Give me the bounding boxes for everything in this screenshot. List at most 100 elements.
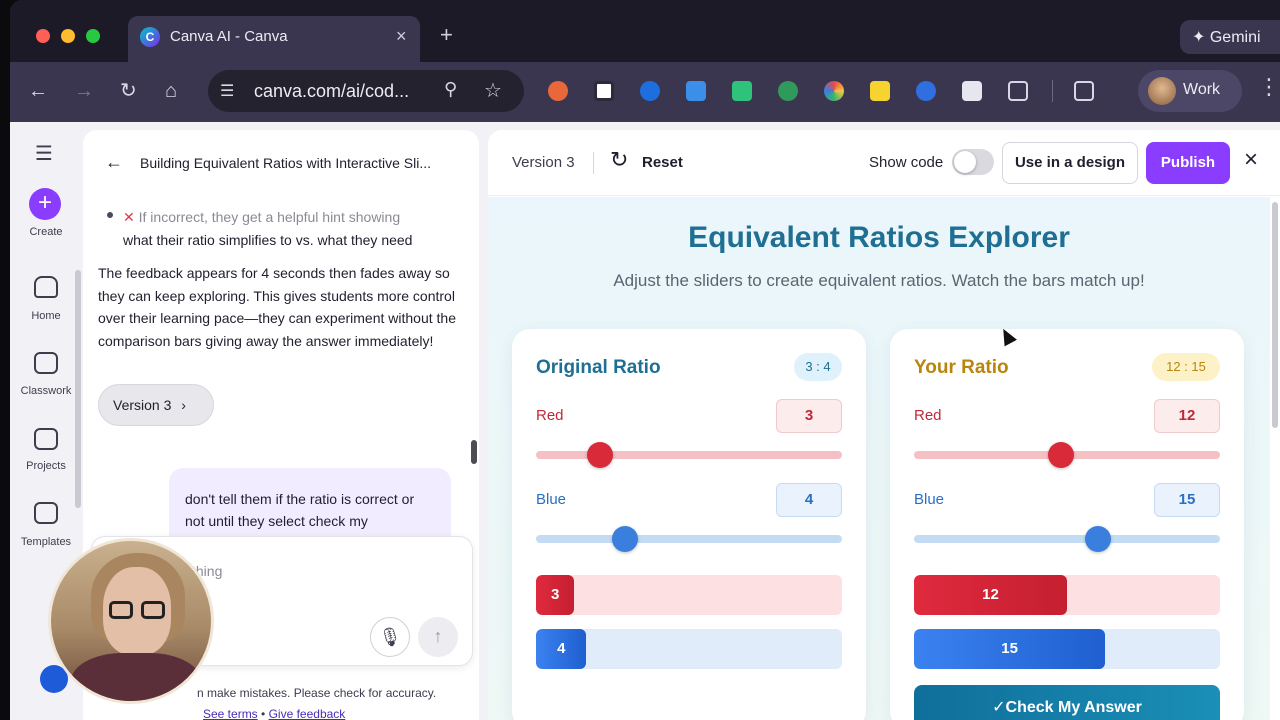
code-preview-panel: Version 3 ↻ Reset Show code Use in a des… — [488, 130, 1280, 720]
hamburger-menu-icon[interactable]: ☰ — [35, 141, 53, 166]
browser-menu-icon[interactable]: ⋮ — [1258, 76, 1280, 98]
bookmark-star-icon[interactable]: ☆ — [484, 78, 502, 103]
rail-item-templates[interactable]: Templates — [10, 536, 82, 548]
extension-castle-icon[interactable] — [962, 81, 982, 101]
conversation-title: Building Equivalent Ratios with Interact… — [140, 155, 432, 171]
create-button[interactable]: + — [29, 188, 61, 220]
your-red-value: 12 — [1154, 399, 1220, 433]
original-red-label: Red — [536, 407, 564, 424]
tab-search-icon[interactable] — [1074, 81, 1094, 101]
profile-button[interactable]: Work — [1138, 70, 1242, 112]
show-code-toggle[interactable] — [952, 149, 994, 175]
tab-bar: C Canva AI - Canva × + ✦ Gemini — [10, 0, 1280, 62]
original-red-slider-thumb[interactable] — [587, 442, 614, 468]
webcam-overlay — [48, 538, 214, 704]
original-ratio-title: Original Ratio — [536, 357, 661, 378]
your-blue-slider-thumb[interactable] — [1084, 526, 1111, 552]
original-red-slider[interactable] — [536, 442, 842, 468]
microphone-icon: 🎙 — [378, 627, 402, 647]
send-button[interactable]: ↑ — [418, 617, 458, 657]
extension-window-icon[interactable] — [594, 81, 614, 101]
original-ratio-badge: 3 : 4 — [794, 353, 842, 381]
extensions-puzzle-icon[interactable] — [1008, 81, 1028, 101]
cross-mark-icon: ✕ — [123, 209, 135, 225]
see-terms-link[interactable]: See terms — [203, 707, 258, 720]
maximize-window-button[interactable] — [86, 29, 100, 43]
webcam-person-body — [71, 653, 201, 701]
browser-window: C Canva AI - Canva × + ✦ Gemini ← → ↻ ⌂ … — [10, 0, 1280, 720]
your-blue-slider[interactable] — [914, 526, 1220, 552]
tab-close-icon[interactable]: × — [396, 26, 420, 47]
new-tab-button[interactable]: + — [440, 24, 453, 46]
zoom-icon[interactable]: ⚲ — [444, 79, 457, 100]
browser-tab[interactable]: C Canva AI - Canva × — [128, 16, 420, 62]
give-feedback-link[interactable]: Give feedback — [269, 707, 346, 720]
close-window-button[interactable] — [36, 29, 50, 43]
preview-scrollbar[interactable] — [1272, 202, 1278, 428]
extension-blue-circle-icon[interactable] — [640, 81, 660, 101]
browser-toolbar: ← → ↻ ⌂ ☰ canva.com/ai/cod... ⚲ ☆ Work ⋮ — [10, 62, 1280, 122]
rail-item-projects[interactable]: Projects — [10, 460, 82, 472]
canva-logo-icon: C — [140, 27, 160, 47]
preview-header: Version 3 ↻ Reset Show code Use in a des… — [488, 130, 1280, 196]
extension-sunburst-icon[interactable] — [548, 81, 568, 101]
link-separator: • — [261, 707, 266, 720]
reload-icon[interactable]: ↻ — [120, 81, 137, 101]
check-my-answer-button[interactable]: ✓Check My Answer — [914, 685, 1220, 720]
url-text[interactable]: canva.com/ai/cod... — [254, 81, 409, 102]
extension-globe-icon[interactable] — [778, 81, 798, 101]
your-blue-value: 15 — [1154, 483, 1220, 517]
use-in-design-button[interactable]: Use in a design — [1002, 142, 1138, 184]
app-title: Equivalent Ratios Explorer — [688, 221, 1070, 254]
bullet-dot — [107, 212, 113, 218]
forward-icon[interactable]: → — [74, 81, 94, 101]
graduation-cap-icon[interactable] — [34, 352, 58, 374]
extension-green-icon[interactable] — [732, 81, 752, 101]
back-arrow-icon[interactable]: ← — [105, 152, 123, 173]
reset-button[interactable]: Reset — [642, 154, 683, 171]
version-chip-label: Version 3 — [113, 397, 172, 413]
extension-target-icon[interactable] — [916, 81, 936, 101]
minimize-window-button[interactable] — [61, 29, 75, 43]
back-icon[interactable]: ← — [28, 81, 48, 101]
your-red-slider[interactable] — [914, 442, 1220, 468]
arrow-up-icon: ↑ — [433, 626, 443, 646]
your-ratio-title: Your Ratio — [914, 357, 1009, 378]
version-chip-button[interactable]: Version 3 › — [98, 384, 214, 426]
extension-notes-icon[interactable] — [870, 81, 890, 101]
your-red-slider-thumb[interactable] — [1047, 442, 1074, 468]
home-icon[interactable]: ⌂ — [165, 81, 177, 101]
gemini-button[interactable]: ✦ Gemini — [1180, 20, 1280, 54]
your-blue-label: Blue — [914, 491, 945, 508]
reset-icon[interactable]: ↻ — [610, 147, 628, 173]
chevron-right-icon: › — [181, 397, 186, 413]
original-blue-slider-thumb[interactable] — [611, 526, 638, 552]
footer-links: See terms • Give feedback — [203, 707, 345, 720]
address-bar[interactable]: ☰ canva.com/ai/cod... ⚲ ☆ — [208, 70, 524, 112]
rail-scrollbar[interactable] — [75, 270, 81, 508]
original-blue-slider[interactable] — [536, 526, 842, 552]
templates-icon[interactable] — [34, 502, 58, 524]
microphone-button[interactable]: 🎙 — [370, 617, 410, 657]
toggle-knob — [954, 151, 976, 173]
original-blue-bar: 4 — [536, 629, 587, 669]
site-settings-icon[interactable]: ☰ — [220, 81, 234, 101]
rail-item-home[interactable]: Home — [10, 310, 82, 322]
app-subtitle: Adjust the sliders to create equivalent … — [613, 271, 1145, 290]
original-ratio-card: Original Ratio 3 : 4 Red 3 Blue 4 3 4 — [512, 329, 866, 720]
bullet-text-line-2: what their ratio simplifies to vs. what … — [123, 232, 413, 248]
publish-button[interactable]: Publish — [1146, 142, 1230, 184]
rail-item-classwork[interactable]: Classwork — [10, 385, 82, 397]
close-icon[interactable]: × — [1244, 148, 1258, 172]
folder-icon[interactable] — [34, 428, 58, 450]
extension-color-wheel-icon[interactable] — [824, 81, 844, 101]
home-icon[interactable] — [34, 276, 58, 298]
chat-scrollbar[interactable] — [471, 440, 477, 464]
ai-disclaimer: n make mistakes. Please check for accura… — [197, 686, 437, 700]
header-divider — [593, 152, 594, 174]
original-red-value: 3 — [776, 399, 842, 433]
assistant-paragraph: The feedback appears for 4 seconds then … — [98, 265, 456, 349]
app-preview-canvas: Equivalent Ratios Explorer Adjust the sl… — [488, 197, 1270, 720]
extension-link-icon[interactable] — [686, 81, 706, 101]
original-blue-value: 4 — [776, 483, 842, 517]
